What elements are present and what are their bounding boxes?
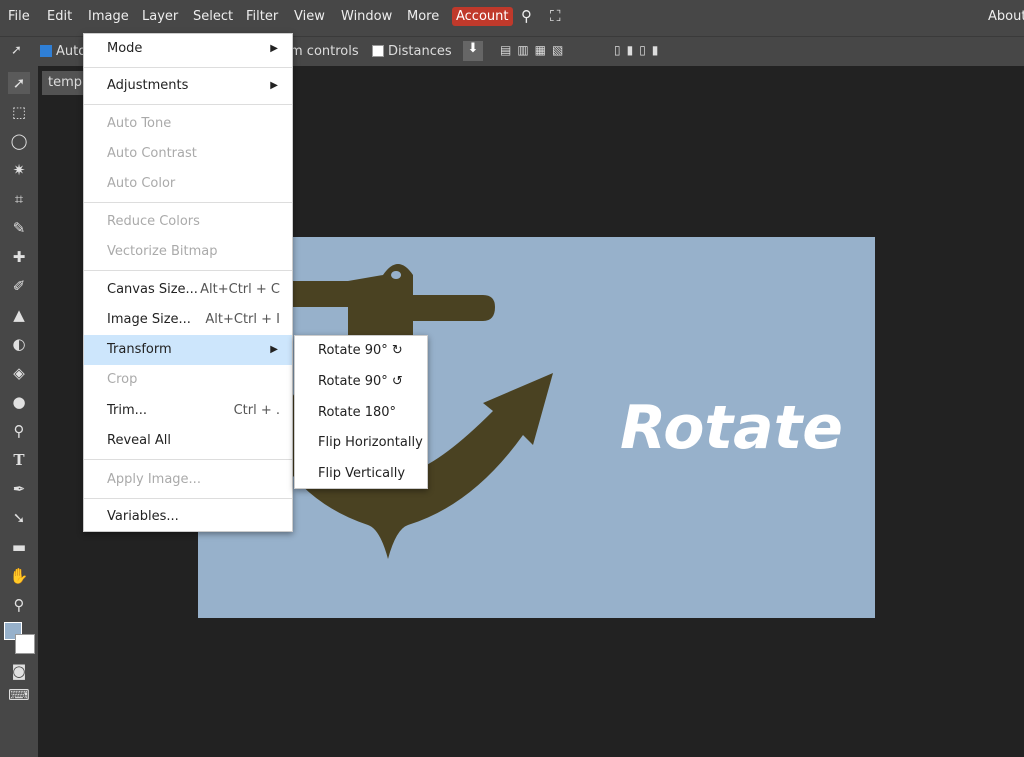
menu-item-transform[interactable]: Transform ▶ bbox=[84, 335, 292, 365]
eraser-icon[interactable]: ◐ bbox=[8, 333, 30, 355]
dodge-icon[interactable]: ⚲ bbox=[8, 420, 30, 442]
menu-item-apply-image: Apply Image... bbox=[107, 472, 201, 487]
menu-window[interactable]: Window bbox=[341, 9, 392, 24]
healing-icon[interactable]: ✚ bbox=[8, 246, 30, 268]
hand-icon[interactable]: ✋ bbox=[8, 565, 30, 587]
menu-item-image-size[interactable]: Image Size... Alt+Ctrl + I bbox=[84, 305, 292, 335]
menu-select[interactable]: Select bbox=[193, 9, 233, 24]
menu-item-rotate-90-ccw[interactable]: Rotate 90° ↺ bbox=[295, 367, 427, 397]
align-icons[interactable]: ▤▥▦▧ bbox=[500, 43, 569, 57]
menu-about[interactable]: About bbox=[988, 9, 1024, 24]
menu-item-rotate-90-cw[interactable]: Rotate 90° ↻ bbox=[295, 336, 427, 366]
menu-bar: File Edit Image Layer Select Filter View… bbox=[0, 0, 1024, 36]
auto-label: Auto bbox=[56, 44, 87, 59]
tools-panel: ➚ ⬚ ◯ ✷ ⌗ ✎ ✚ ✐ ▲ ◐ ◈ ● ⚲ T ✒ ➘ ▬ ✋ ⚲ ◙ … bbox=[0, 66, 38, 757]
pen-icon[interactable]: ✒ bbox=[8, 478, 30, 500]
move-tool-icon: ➚ bbox=[11, 43, 22, 58]
distances-label: Distances bbox=[388, 44, 452, 59]
transform-submenu: Rotate 90° ↻ Rotate 90° ↺ Rotate 180° Fl… bbox=[294, 335, 428, 489]
stamp-icon[interactable]: ▲ bbox=[8, 304, 30, 326]
menu-item-canvas-size[interactable]: Canvas Size... Alt+Ctrl + C bbox=[84, 275, 292, 305]
fill-icon[interactable]: ◈ bbox=[8, 362, 30, 384]
zoom-icon[interactable]: ⚲ bbox=[8, 594, 30, 616]
image-menu: Mode ▶ Adjustments ▶ Auto Tone Auto Contra… bbox=[83, 33, 293, 532]
quick-mask-icon[interactable]: ◙ bbox=[8, 660, 30, 682]
crop-tool-icon[interactable]: ⌗ bbox=[8, 188, 30, 210]
path-select-icon[interactable]: ➘ bbox=[8, 507, 30, 529]
background-color-swatch[interactable] bbox=[15, 634, 35, 654]
menu-item-reveal-all[interactable]: Reveal All bbox=[84, 426, 292, 456]
menu-item-flip-vertical[interactable]: Flip Vertically bbox=[295, 459, 427, 489]
menu-file[interactable]: File bbox=[8, 9, 30, 24]
menu-item-rotate-180[interactable]: Rotate 180° bbox=[295, 398, 427, 428]
download-icon[interactable]: ⬇ bbox=[463, 41, 483, 61]
brush-icon[interactable]: ✐ bbox=[8, 275, 30, 297]
menu-filter[interactable]: Filter bbox=[246, 9, 278, 24]
text-tool-icon[interactable]: T bbox=[8, 449, 30, 471]
fullscreen-icon[interactable]: ⛶ bbox=[550, 7, 561, 25]
move-tool-icon[interactable]: ➚ bbox=[8, 72, 30, 94]
menu-edit[interactable]: Edit bbox=[47, 9, 72, 24]
menu-view[interactable]: View bbox=[294, 9, 325, 24]
distribute-icons[interactable]: ▯▮▯▮ bbox=[614, 43, 664, 57]
account-button[interactable]: Account bbox=[452, 7, 513, 26]
lasso-tool-icon[interactable]: ◯ bbox=[8, 130, 30, 152]
marquee-tool-icon[interactable]: ⬚ bbox=[8, 101, 30, 123]
menu-more[interactable]: More bbox=[407, 9, 439, 24]
menu-item-auto-tone: Auto Tone bbox=[107, 116, 172, 131]
menu-item-auto-contrast: Auto Contrast bbox=[107, 146, 197, 161]
menu-item-crop: Crop bbox=[107, 372, 138, 387]
menu-item-vectorize: Vectorize Bitmap bbox=[107, 244, 218, 259]
eyedropper-icon[interactable]: ✎ bbox=[8, 217, 30, 239]
auto-select-checkbox[interactable]: Auto bbox=[40, 44, 86, 59]
magic-wand-icon[interactable]: ✷ bbox=[8, 159, 30, 181]
menu-item-variables[interactable]: Variables... bbox=[84, 502, 292, 532]
menu-layer[interactable]: Layer bbox=[142, 9, 178, 24]
keyboard-icon[interactable]: ⌨ bbox=[8, 684, 30, 706]
shape-icon[interactable]: ▬ bbox=[8, 536, 30, 558]
menu-item-reduce-colors: Reduce Colors bbox=[107, 214, 200, 229]
canvas-rotate-text: Rotate bbox=[620, 393, 843, 463]
menu-item-flip-horizontal[interactable]: Flip Horizontally bbox=[295, 428, 427, 458]
menu-item-adjustments[interactable]: Adjustments ▶ bbox=[84, 71, 292, 101]
transform-controls-label: m controls bbox=[290, 44, 359, 59]
menu-item-auto-color: Auto Color bbox=[107, 176, 176, 191]
search-icon[interactable]: ⚲ bbox=[521, 7, 532, 25]
menu-image[interactable]: Image bbox=[88, 9, 129, 24]
menu-item-trim[interactable]: Trim... Ctrl + . bbox=[84, 396, 292, 426]
distances-checkbox[interactable]: Distances bbox=[372, 44, 452, 59]
menu-item-mode[interactable]: Mode ▶ bbox=[84, 34, 292, 64]
blur-icon[interactable]: ● bbox=[8, 391, 30, 413]
